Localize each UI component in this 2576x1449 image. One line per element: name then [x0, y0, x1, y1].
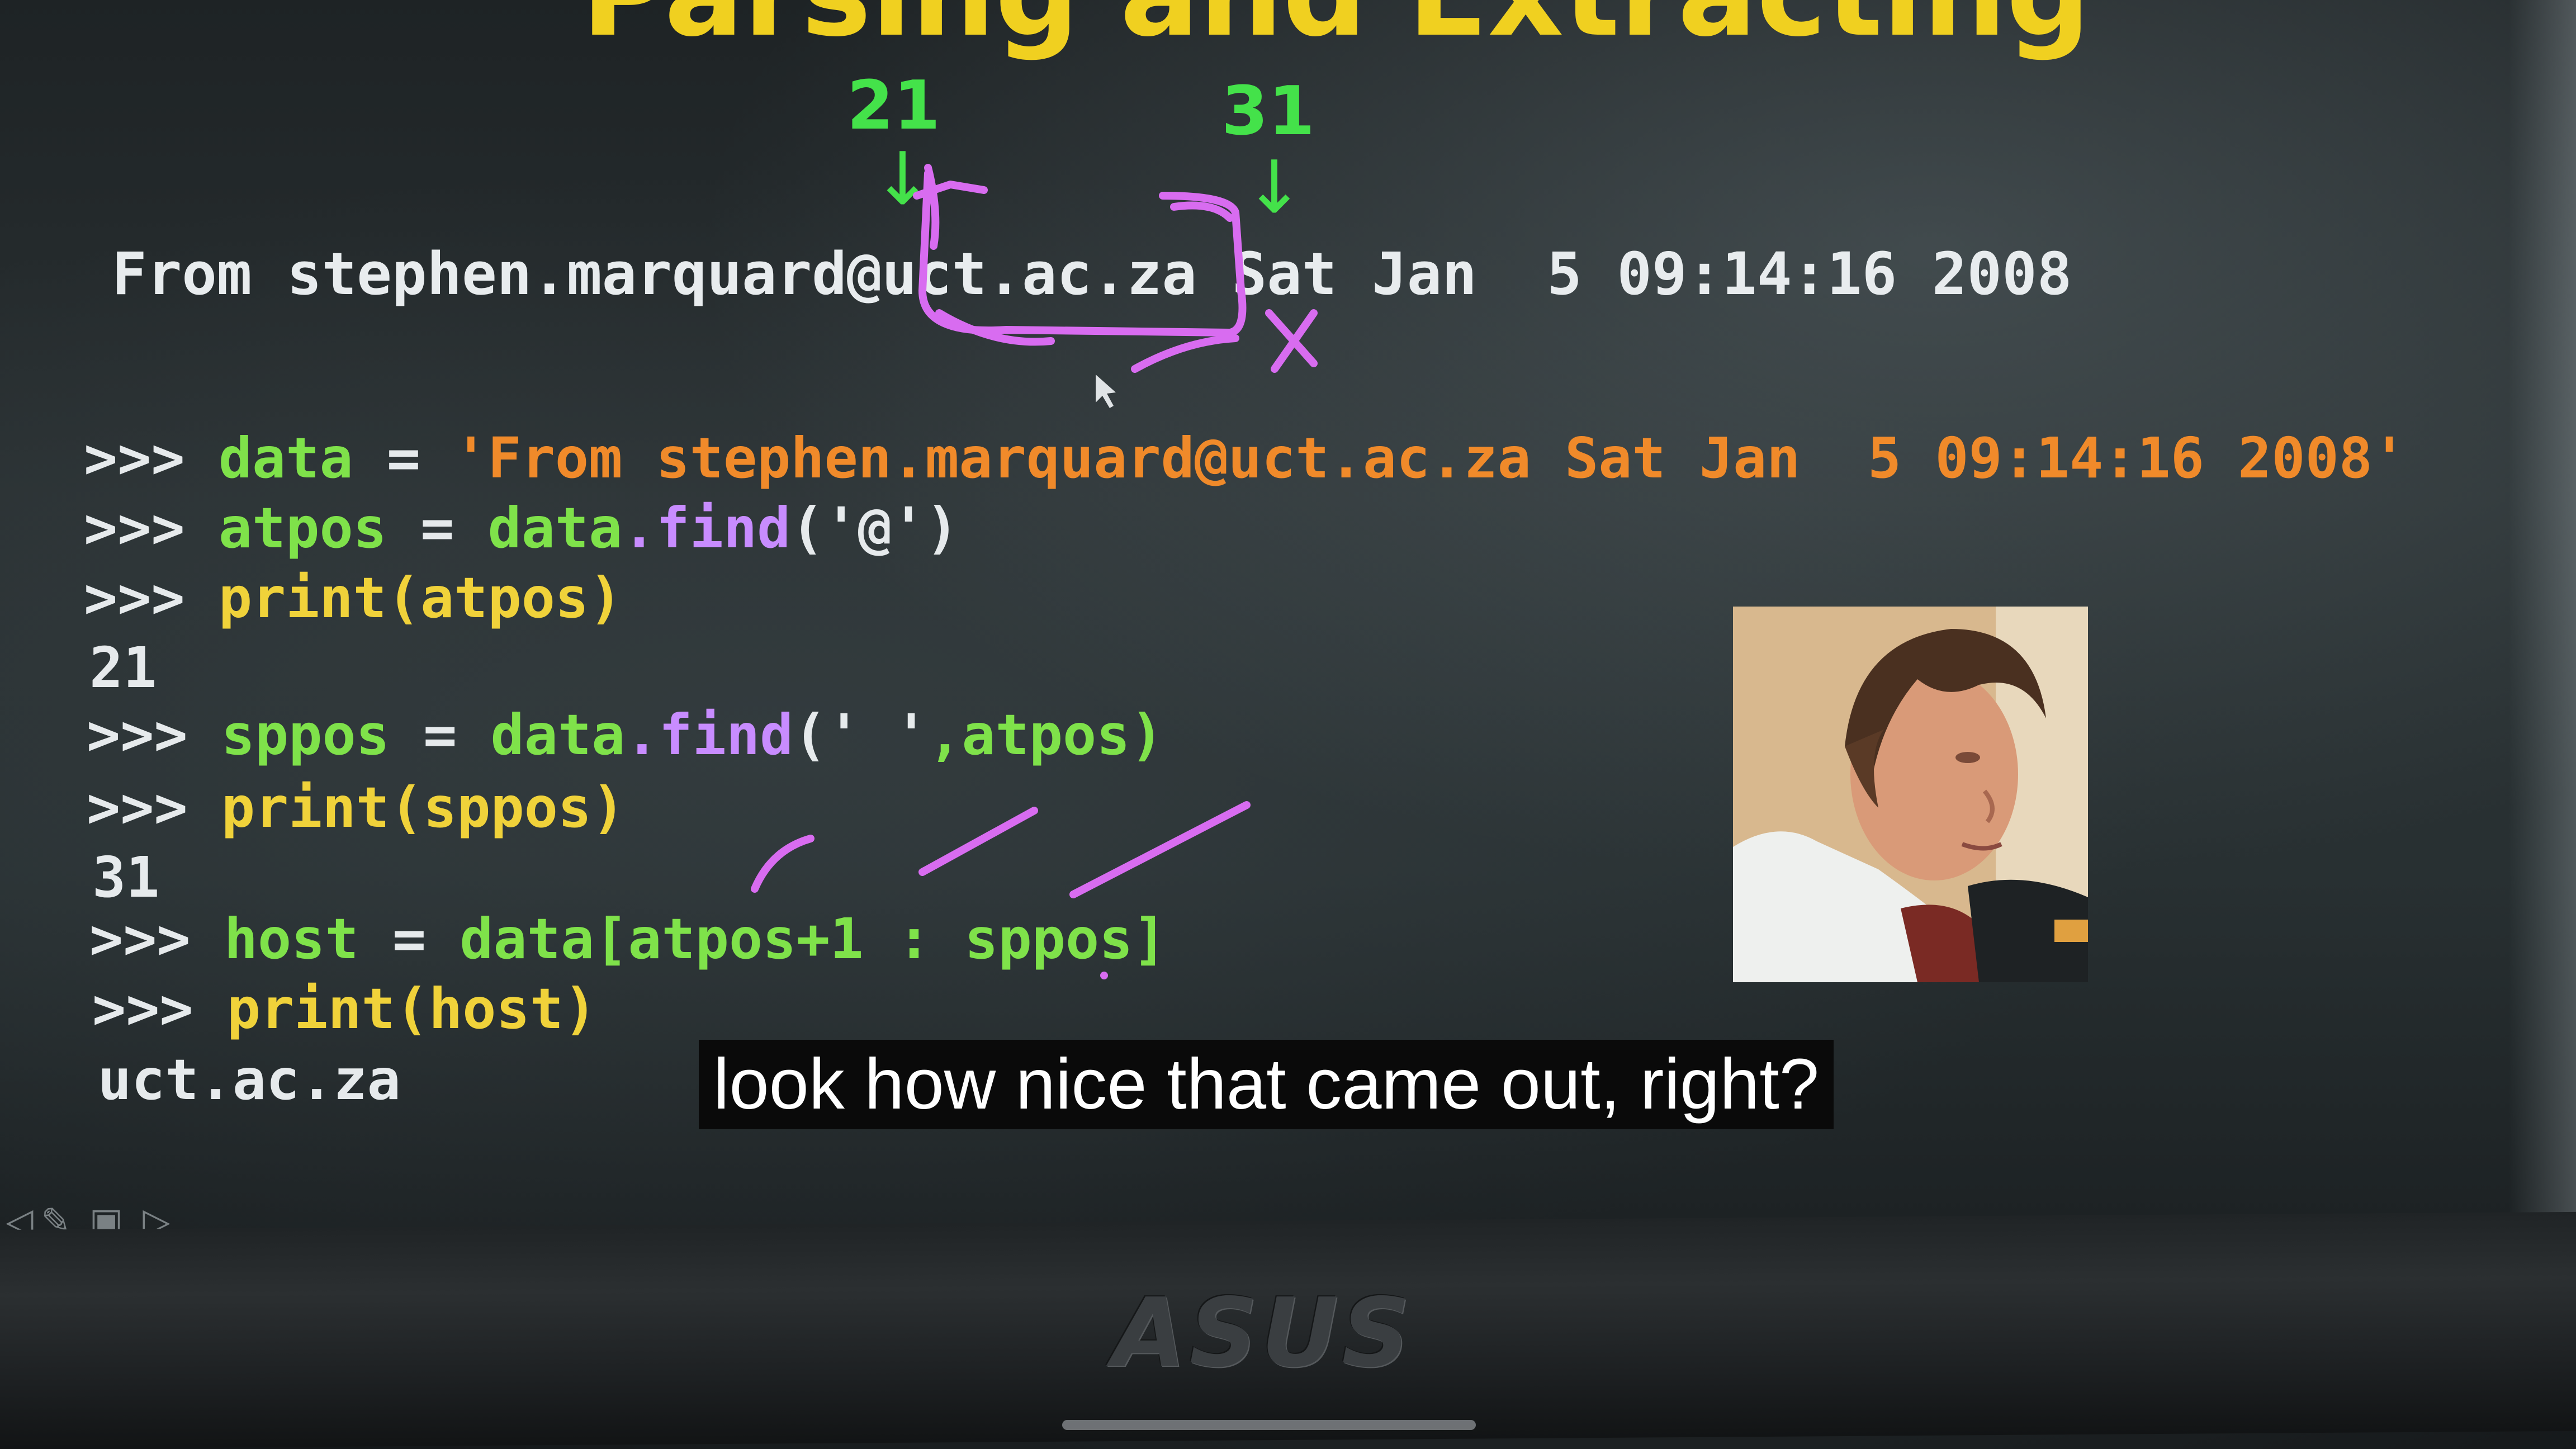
slide-title: Parsing and Extracting [581, 0, 2090, 53]
down-arrow-icon: ↓ [1244, 145, 1305, 230]
output-line-2: 31 [92, 845, 160, 910]
video-caption: look how nice that came out, right? [699, 1040, 1834, 1129]
code-line-4: >>> sppos = data.find(' ',atpos) [87, 702, 1164, 768]
code-line-3: >>> print(atpos) [84, 565, 623, 631]
hinge-indicator [1062, 1420, 1476, 1430]
index-marker-31: 31 [1221, 73, 1315, 150]
code-line-1: >>> data = 'From stephen.marquard@uct.ac… [84, 425, 2407, 491]
brand-logo: ASUS [1112, 1278, 1414, 1389]
code-line-5: >>> print(sppos) [87, 775, 626, 840]
mouse-cursor-icon [1096, 375, 1116, 408]
instructor-photo [1733, 607, 2088, 982]
code-line-6: >>> host = data[atpos+1 : sppos] [89, 906, 1167, 972]
code-line-7: >>> print(host) [92, 976, 598, 1041]
laptop-screen: Parsing and Extracting 21 ↓ 31 ↓ From st… [0, 0, 2576, 1247]
header-line: From stephen.marquard@uct.ac.za Sat Jan … [112, 240, 2072, 308]
index-marker-21: 21 [847, 67, 940, 145]
down-arrow-icon: ↓ [872, 136, 933, 221]
output-line-3: uct.ac.za [98, 1047, 401, 1112]
instructor-portrait [1733, 607, 2088, 982]
photo-of-laptop-screen: Parsing and Extracting 21 ↓ 31 ↓ From st… [0, 0, 2576, 1449]
output-line-1: 21 [89, 635, 157, 700]
code-line-2: >>> atpos = data.find('@') [84, 495, 959, 561]
